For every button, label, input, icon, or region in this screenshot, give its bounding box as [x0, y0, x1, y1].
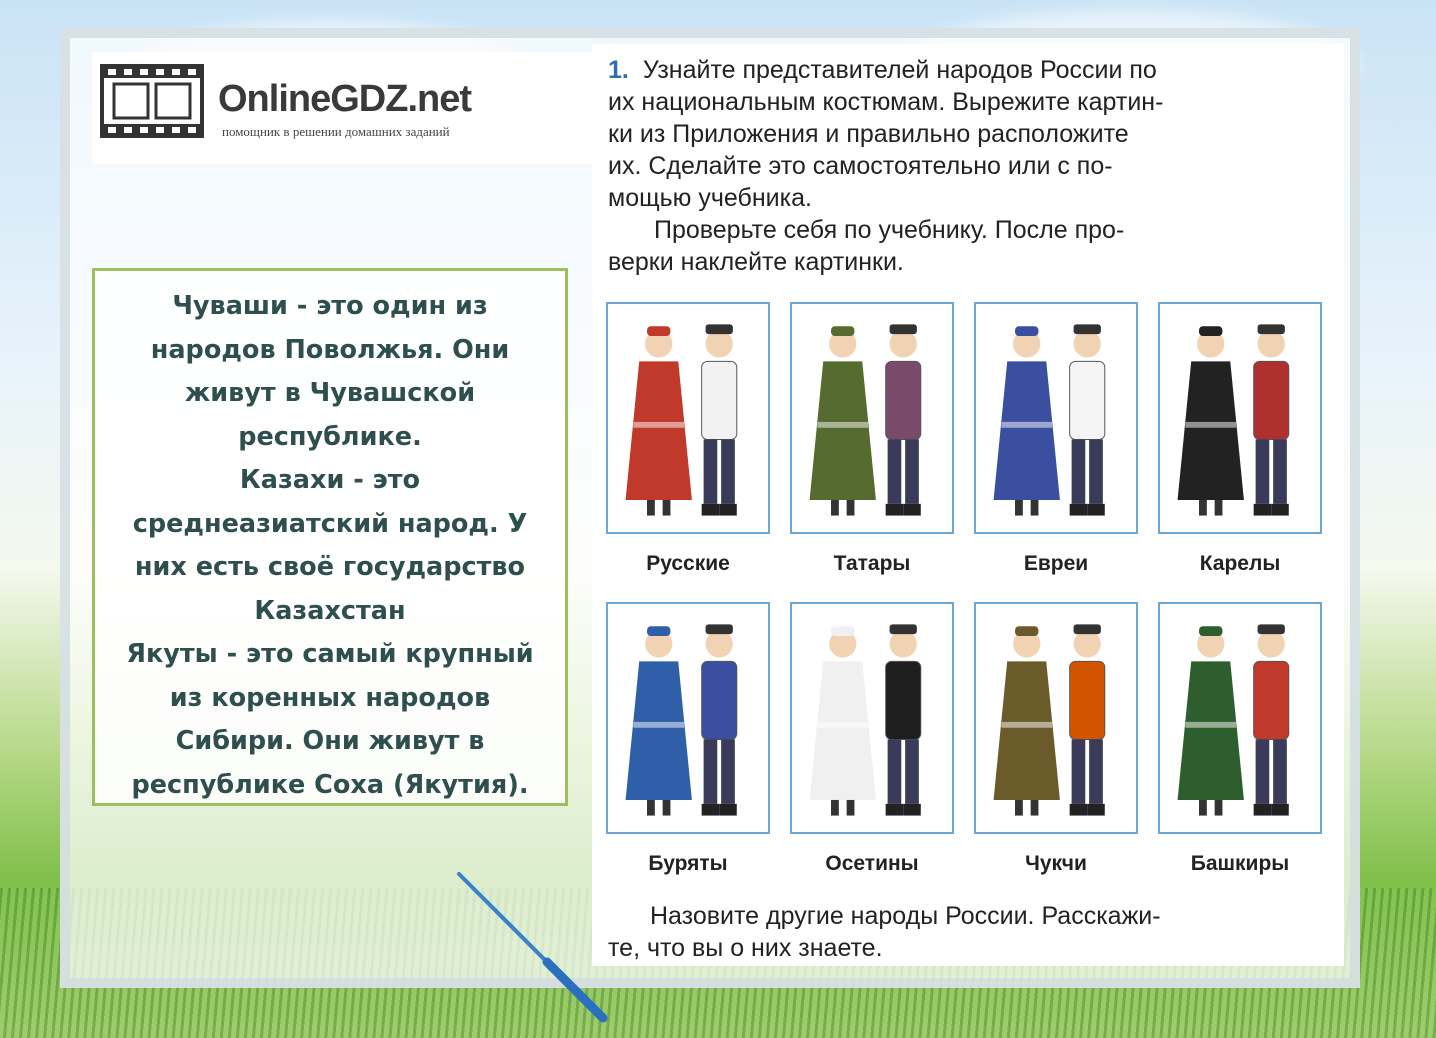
task-text: 1. Узнайте представителей народов России … — [608, 54, 1328, 278]
logo-subtitle: помощник в решении домашних заданий — [222, 124, 450, 139]
costume-card — [974, 302, 1138, 534]
info-line: республике. — [238, 421, 422, 452]
info-line: Сибири. Они живут в — [175, 726, 485, 756]
task-number: 1. — [608, 56, 629, 84]
logo: OnlineGDZ.net помощник в решении домашни… — [92, 52, 592, 164]
costume-figures-icon — [1177, 624, 1290, 816]
costume-figures-icon — [1177, 324, 1290, 516]
info-line: Якуты - это самый крупный — [126, 639, 534, 669]
costume-figures-icon — [809, 324, 922, 516]
costume-card — [1158, 302, 1322, 534]
info-line: живут в Чувашской — [184, 378, 476, 408]
info-line: народов Поволжья. Они — [150, 334, 510, 365]
costume-caption: Татары — [833, 552, 911, 575]
pointer-icon — [457, 872, 608, 1023]
followup-line: те, что вы о них знаете. — [608, 934, 883, 962]
costume-card — [974, 602, 1138, 834]
costume-caption: Русские — [646, 552, 730, 575]
costume-figures-icon — [993, 624, 1106, 816]
costume-figures-icon — [625, 624, 738, 816]
costume-caption: Буряты — [648, 852, 728, 875]
info-line: Казахи - это — [239, 465, 421, 495]
costume-caption: Карелы — [1199, 552, 1281, 575]
textbook-page: 1. Узнайте представителей народов России … — [592, 44, 1344, 966]
film-strip-icon — [100, 64, 204, 138]
costume-card — [790, 602, 954, 834]
costume-card — [790, 302, 954, 534]
task-followup: Назовите другие народы России. Расскажи-… — [608, 900, 1328, 964]
task-line: их национальным костюмам. Вырежите карти… — [608, 88, 1164, 116]
info-line: них есть своё государство — [134, 552, 526, 582]
followup-line: Назовите другие народы России. Расскажи- — [650, 902, 1161, 930]
costume-figures-icon — [809, 624, 922, 816]
costume-card — [606, 302, 770, 534]
costume-figures-icon — [625, 324, 738, 516]
costume-caption: Башкиры — [1190, 852, 1290, 875]
costume-caption: Чукчи — [1025, 852, 1087, 875]
info-line: из коренных народов — [169, 682, 491, 713]
task-line: Узнайте представителей народов России по — [642, 56, 1157, 84]
info-line: Казахстан — [254, 595, 406, 626]
costume-card — [606, 602, 770, 834]
info-line: республике Соха (Якутия). — [131, 769, 529, 800]
task-line: их. Сделайте это самостоятельно или с по… — [608, 152, 1113, 180]
task-line: ки из Приложения и правильно расположите — [608, 120, 1129, 148]
costume-caption: Евреи — [1023, 552, 1089, 575]
info-box: Чуваши - это один из народов Поволжья. О… — [92, 268, 568, 806]
info-line: среднеазиатский народ. У — [132, 508, 528, 539]
costume-figures-icon — [993, 324, 1106, 516]
logo-title: OnlineGDZ.net — [218, 78, 472, 120]
task-line: Проверьте себя по учебнику. После про- — [654, 216, 1125, 244]
costume-card — [1158, 602, 1322, 834]
info-line: Чуваши - это один из — [172, 291, 488, 321]
costume-caption: Осетины — [825, 852, 919, 875]
task-line: верки наклейте картинки. — [608, 248, 904, 276]
task-line: мощью учебника. — [608, 184, 812, 212]
